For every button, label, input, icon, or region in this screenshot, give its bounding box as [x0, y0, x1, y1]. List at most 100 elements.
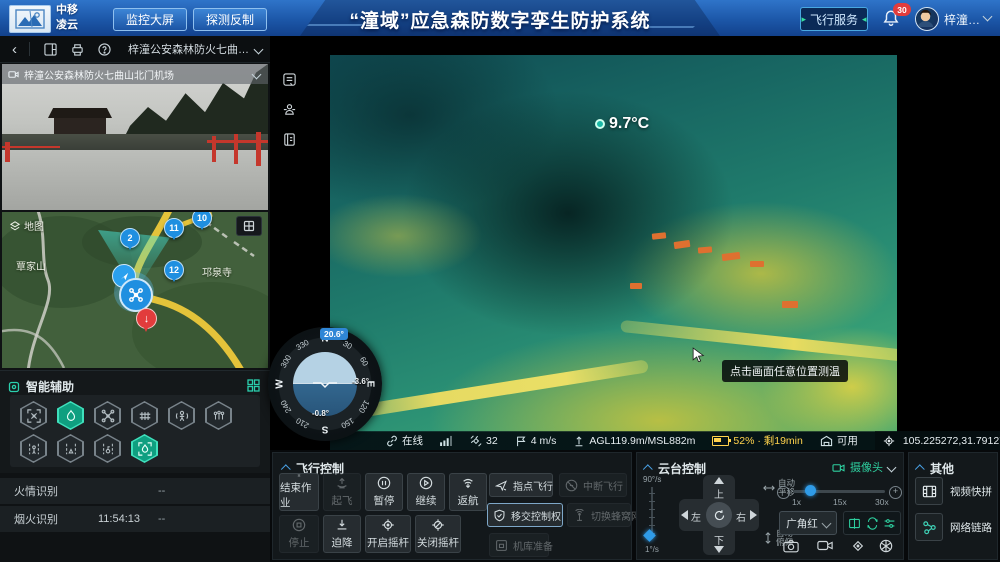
assist-settings-icon[interactable] [247, 379, 260, 392]
takeoff-button[interactable]: 起飞 [323, 473, 361, 511]
left-sidebar: ‹ 梓潼公安森林防火七曲… [0, 36, 271, 562]
gimbal-recenter-button[interactable] [706, 502, 732, 528]
device-network-icon[interactable] [282, 102, 297, 117]
thermal-roof [782, 301, 798, 308]
zoom-tick-30x: 30x [875, 497, 889, 507]
network-link-item[interactable]: 网络链路 [915, 513, 992, 541]
gimbal-speed-min: 1°/s [645, 545, 659, 554]
help-icon[interactable] [98, 43, 111, 56]
assist-icon-uav-track[interactable] [94, 401, 121, 430]
film-strip-icon [915, 477, 943, 505]
interrupt-flight-button[interactable]: 中断飞行 [559, 473, 627, 497]
view-mode-group [843, 511, 901, 535]
assist-icon-fire-track[interactable] [131, 434, 158, 463]
mini-map[interactable]: 地图 覃家山 邛泉寺 2 10 11 12 [2, 212, 268, 368]
assist-icon-road-person-detect[interactable] [20, 434, 47, 463]
recognition-row-fire[interactable]: 火情识别 -- [0, 478, 270, 504]
zoom-slider-handle[interactable] [805, 485, 816, 496]
network-nodes-icon [915, 513, 943, 541]
flight-service-button[interactable]: ▸ 飞行服务 ◂ [800, 7, 868, 31]
drone-marker[interactable] [119, 278, 153, 312]
stop-button[interactable]: 停止 [279, 515, 319, 553]
dpad-down-arrow[interactable] [714, 546, 724, 553]
status-coords: 105.225272,31.791270 [903, 435, 1000, 447]
forced-landing-button[interactable]: 迫降 [323, 515, 361, 553]
pause-button[interactable]: 暂停 [365, 473, 403, 511]
user-avatar[interactable] [915, 7, 939, 31]
thermal-road [620, 320, 897, 362]
flight-control-panel: 飞行控制 结束作业 起飞 暂停 继续 返航 [272, 452, 632, 560]
wind-flag-icon [515, 435, 527, 447]
switch-network-button[interactable]: 切换蜂窝网 [567, 503, 631, 527]
assist-icon-road-slide-detect[interactable] [57, 434, 84, 463]
assist-icon-crowd-detect[interactable] [205, 401, 232, 430]
panel-layout-icon[interactable] [44, 43, 57, 56]
lens-select[interactable]: 广角红 [779, 511, 837, 535]
assist-icon-fence-detect[interactable] [131, 401, 158, 430]
alert-pin[interactable]: ↓ [136, 308, 157, 329]
right-arrow-icon: ◂ [862, 14, 867, 25]
thermal-video[interactable]: 9.7°C 点击画面任意位置测温 [330, 55, 897, 432]
assist-icon-fire-detect[interactable] [57, 401, 84, 430]
dpad-down-label[interactable]: 下 [714, 532, 724, 547]
status-wind: 4 m/s [515, 435, 557, 447]
return-home-button[interactable]: 返航 [449, 473, 487, 511]
dpad-left-arrow[interactable] [681, 510, 688, 520]
assist-icon-uav-detect[interactable] [20, 401, 47, 430]
split-view-icon[interactable] [848, 517, 861, 530]
dpad-right-label[interactable]: 右 [736, 509, 746, 524]
altitude-icon [573, 435, 585, 447]
user-name[interactable]: 梓潼… [944, 11, 980, 28]
video-feed[interactable]: 梓潼公安森林防火七曲山北门机场 [2, 64, 268, 210]
video-collapse-chevron-icon[interactable] [252, 69, 262, 79]
gimbal-control-panel: 云台控制 摄像头 90°/s 1°/s 上 下 [636, 452, 904, 560]
zoom-out-button[interactable]: − [777, 486, 790, 499]
point-fly-button[interactable]: 指点飞行 [489, 473, 553, 497]
collapse-chevron-icon[interactable] [643, 464, 653, 474]
map-marker[interactable]: 11 [164, 218, 184, 238]
location-icon [883, 435, 895, 447]
map-place-label: 覃家山 [16, 258, 46, 273]
end-job-button[interactable]: 结束作业 [279, 473, 319, 511]
assist-icon-person-detect[interactable] [168, 401, 195, 430]
notebook-icon[interactable] [282, 132, 297, 147]
red-railing [2, 146, 60, 148]
printer-icon[interactable] [71, 43, 84, 56]
gimbal-speed-handle[interactable] [643, 529, 656, 542]
gimbal-speed-max: 90°/s [643, 475, 661, 484]
handover-control-button[interactable]: 移交控制权 [487, 503, 563, 527]
sliders-icon[interactable] [883, 517, 896, 530]
recognition-row-smoke[interactable]: 烟火识别 11:54:13 -- [0, 506, 270, 532]
collapse-chevron-icon[interactable] [915, 464, 925, 474]
report-list-icon[interactable] [282, 72, 297, 87]
gimbal-compass-button[interactable] [851, 539, 865, 553]
photo-capture-button[interactable] [783, 539, 799, 553]
video-title: 梓潼公安森林防火七曲山北门机场 [24, 67, 174, 82]
disable-joystick-button[interactable]: 关闭摇杆 [415, 515, 461, 553]
dpad-left-label[interactable]: 左 [691, 509, 701, 524]
enable-joystick-button[interactable]: 开启摇杆 [365, 515, 411, 553]
hangar-prepare-button[interactable]: 机库准备 [489, 533, 549, 557]
map-marker[interactable]: 2 [120, 228, 140, 248]
map-marker[interactable]: 12 [164, 260, 184, 280]
assist-icon-road-vehicle-detect[interactable] [94, 434, 121, 463]
zoom-in-button[interactable]: + [889, 486, 902, 499]
red-railing-post [212, 136, 216, 162]
resume-button[interactable]: 继续 [407, 473, 445, 511]
app-root: 中移 凌云 监控大屏 探测反制 “潼域”应急森防数字孪生防护系统 ▸ 飞行服务 … [0, 0, 1000, 562]
assist-row [20, 401, 260, 430]
status-dock: 可用 [820, 433, 858, 448]
map-mode-toggle[interactable] [236, 216, 262, 236]
station-dropdown[interactable]: 梓潼公安森林防火七曲… [128, 41, 262, 57]
dpad-up-arrow[interactable] [714, 477, 724, 484]
dpad-up-label[interactable]: 上 [714, 486, 724, 501]
dpad-right-arrow[interactable] [750, 510, 757, 520]
camera-selector[interactable]: 摄像头 [832, 459, 895, 475]
rotate-view-icon[interactable] [866, 517, 879, 530]
back-button[interactable]: ‹ [12, 42, 17, 57]
video-record-button[interactable] [817, 539, 833, 552]
temperature-readout: 9.7°C [595, 115, 649, 133]
video-stitch-item[interactable]: 视频快拼 [915, 477, 992, 505]
lens-chevron-icon [821, 518, 831, 528]
exposure-wheel-button[interactable] [879, 539, 893, 553]
